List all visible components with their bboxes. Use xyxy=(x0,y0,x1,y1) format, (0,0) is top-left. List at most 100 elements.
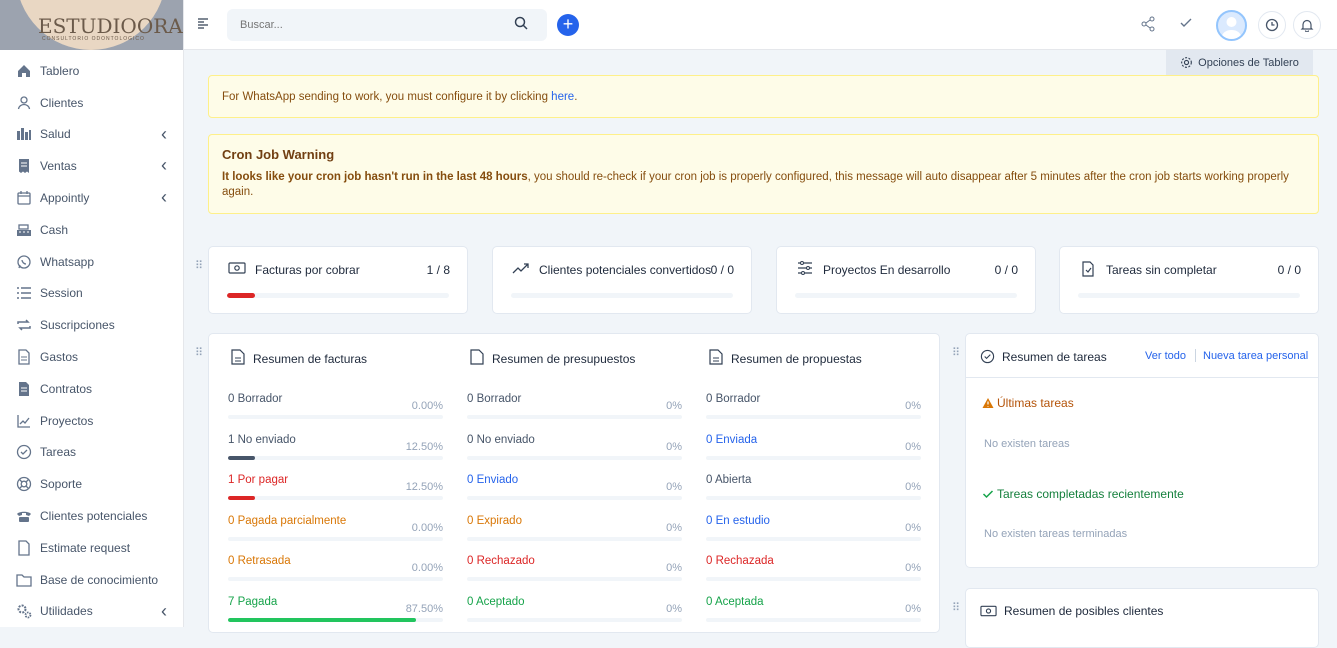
cron-alert-title: Cron Job Warning xyxy=(222,147,335,162)
quick-create-button[interactable]: + xyxy=(557,14,579,36)
summary-status-link[interactable]: 0 Retrasada xyxy=(228,555,291,567)
summary-status-link[interactable]: 0 Expirado xyxy=(467,515,522,527)
summary-status-link[interactable]: 0 Enviado xyxy=(467,474,518,486)
chart-line-icon xyxy=(16,413,32,429)
summary-status-link[interactable]: 1 Por pagar xyxy=(228,474,288,486)
sidebar-item-estimate-request[interactable]: Estimate request xyxy=(0,532,183,564)
sidebar-item-tareas[interactable]: Tareas xyxy=(0,437,183,469)
sidebar-item-ventas[interactable]: Ventas ‹ xyxy=(0,150,183,182)
chevron-left-icon[interactable]: ‹ xyxy=(161,155,167,176)
topbar: + xyxy=(184,0,1337,50)
sidebar-item-label: Whatsapp xyxy=(40,254,95,269)
latest-tasks-heading: Últimas tareas xyxy=(997,396,1074,410)
progress-fill xyxy=(228,455,255,460)
dashboard-options-button[interactable]: Opciones de Tablero xyxy=(1166,50,1313,75)
sidebar-item-soporte[interactable]: Soporte xyxy=(0,468,183,500)
stat-card[interactable]: Proyectos En desarrollo 0 / 0 xyxy=(776,246,1036,314)
bell-icon xyxy=(1300,19,1314,32)
stat-title: Proyectos En desarrollo xyxy=(823,263,951,277)
check-circle-icon xyxy=(16,444,32,460)
summary-status-link[interactable]: 0 Aceptada xyxy=(706,596,764,608)
summary-status-link[interactable]: 0 Enviada xyxy=(706,434,757,446)
timer-button[interactable] xyxy=(1258,11,1286,39)
sidebar-item-utilidades[interactable]: Utilidades ‹ xyxy=(0,596,183,628)
logo-subtitle: CONSULTORIO ODONTOLOGICO xyxy=(42,36,145,42)
drag-handle-icon[interactable]: ⠿ xyxy=(952,346,960,359)
summary-status-link[interactable]: 0 Borrador xyxy=(706,393,760,405)
sidebar-item-label: Clientes potenciales xyxy=(40,509,148,524)
progress-fill xyxy=(228,496,255,500)
search-input[interactable] xyxy=(227,9,547,41)
list-icon xyxy=(16,285,32,301)
summary-status-link[interactable]: 1 No enviado xyxy=(228,434,296,446)
completed-tasks-heading: Tareas completadas recientemente xyxy=(997,487,1184,501)
sidebar-item-session[interactable]: Session xyxy=(0,278,183,310)
logo[interactable]: ESTUDIOORAL CONSULTORIO ODONTOLOGICO xyxy=(0,0,183,50)
drag-handle-icon[interactable]: ⠿ xyxy=(952,601,960,614)
sidebar-item-clientes[interactable]: Clientes xyxy=(0,87,183,119)
summary-status-link[interactable]: 0 Pagada parcialmente xyxy=(228,515,346,527)
summary-status-link[interactable]: 0 Rechazado xyxy=(467,555,535,567)
progress-bar xyxy=(467,496,682,500)
drag-handle-icon[interactable]: ⠿ xyxy=(195,346,203,359)
summary-status-link[interactable]: 0 Aceptado xyxy=(467,596,525,608)
sidebar-item-gastos[interactable]: Gastos xyxy=(0,341,183,373)
sidebar-item-whatsapp[interactable]: Whatsapp xyxy=(0,246,183,278)
chevron-left-icon[interactable]: ‹ xyxy=(161,601,167,622)
summary-status-link[interactable]: 0 Abierta xyxy=(706,474,751,486)
sidebar-item-label: Tablero xyxy=(40,63,80,78)
trend-up-icon xyxy=(512,261,530,278)
progress-bar xyxy=(228,577,443,581)
sidebar-item-contratos[interactable]: Contratos xyxy=(0,373,183,405)
gear-icon xyxy=(1181,57,1193,68)
summary-status-link[interactable]: 7 Pagada xyxy=(228,596,277,608)
summary-title: Resumen de presupuestos xyxy=(492,351,636,366)
menu-toggle-icon[interactable] xyxy=(197,17,209,29)
money-icon xyxy=(228,261,246,278)
summary-status-link[interactable]: 0 Borrador xyxy=(467,393,521,405)
stat-card[interactable]: Facturas por cobrar 1 / 8 xyxy=(208,246,468,314)
stat-card[interactable]: Clientes potenciales convertidos 0 / 0 xyxy=(492,246,752,314)
tasks-title: Resumen de tareas xyxy=(1002,349,1107,364)
summary-percent: 0.00% xyxy=(411,562,443,574)
avatar[interactable] xyxy=(1216,10,1247,41)
summary-percent: 0% xyxy=(666,562,682,574)
leads-summary-title: Resumen de posibles clientes xyxy=(1004,604,1164,618)
drag-handle-icon[interactable]: ⠿ xyxy=(195,259,203,272)
sliders-icon xyxy=(796,261,814,278)
notifications-button[interactable] xyxy=(1293,11,1321,39)
summary-title: Resumen de propuestas xyxy=(731,351,862,366)
sidebar-item-cash[interactable]: Cash xyxy=(0,214,183,246)
stat-card[interactable]: Tareas sin completar 0 / 0 xyxy=(1059,246,1319,314)
summary-percent: 0% xyxy=(666,602,682,615)
summary-status-link[interactable]: 0 Rechazada xyxy=(706,555,774,567)
leads-summary-card: Resumen de posibles clientes xyxy=(965,588,1319,648)
summary-status-link[interactable]: 0 No enviado xyxy=(467,434,535,446)
summary-status-link[interactable]: 0 Borrador xyxy=(228,393,282,405)
summary-heading: Resumen de presupuestos xyxy=(470,349,635,368)
sidebar-item-proyectos[interactable]: Proyectos xyxy=(0,405,183,437)
lifebuoy-icon xyxy=(16,476,32,492)
share-icon[interactable] xyxy=(1140,16,1156,32)
whatsapp-configure-link[interactable]: here xyxy=(551,91,574,103)
summary-heading: Resumen de facturas xyxy=(231,349,367,368)
summary-percent: 0% xyxy=(666,440,682,453)
sidebar-item-tablero[interactable]: Tablero xyxy=(0,55,183,87)
whatsapp-alert: For WhatsApp sending to work, you must c… xyxy=(208,75,1319,118)
stat-title: Facturas por cobrar xyxy=(255,263,360,277)
no-tasks-text: No existen tareas xyxy=(984,438,1070,450)
check-icon[interactable] xyxy=(1179,16,1193,30)
sidebar-item-appointly[interactable]: Appointly ‹ xyxy=(0,182,183,214)
new-task-link[interactable]: Nueva tarea personal xyxy=(1203,350,1308,362)
whatsapp-alert-end: . xyxy=(574,91,578,103)
summary-status-link[interactable]: 0 En estudio xyxy=(706,515,770,527)
sidebar-item-base-de-conocimiento[interactable]: Base de conocimiento xyxy=(0,564,183,596)
chevron-left-icon[interactable]: ‹ xyxy=(161,124,167,145)
check-icon xyxy=(982,490,994,499)
chevron-left-icon[interactable]: ‹ xyxy=(161,187,167,208)
sidebar-item-suscripciones[interactable]: Suscripciones xyxy=(0,309,183,341)
view-all-link[interactable]: Ver todo xyxy=(1145,350,1186,362)
sidebar-item-clientes-potenciales[interactable]: Clientes potenciales xyxy=(0,500,183,532)
search-icon[interactable] xyxy=(514,16,528,30)
sidebar-item-salud[interactable]: Salud ‹ xyxy=(0,119,183,151)
